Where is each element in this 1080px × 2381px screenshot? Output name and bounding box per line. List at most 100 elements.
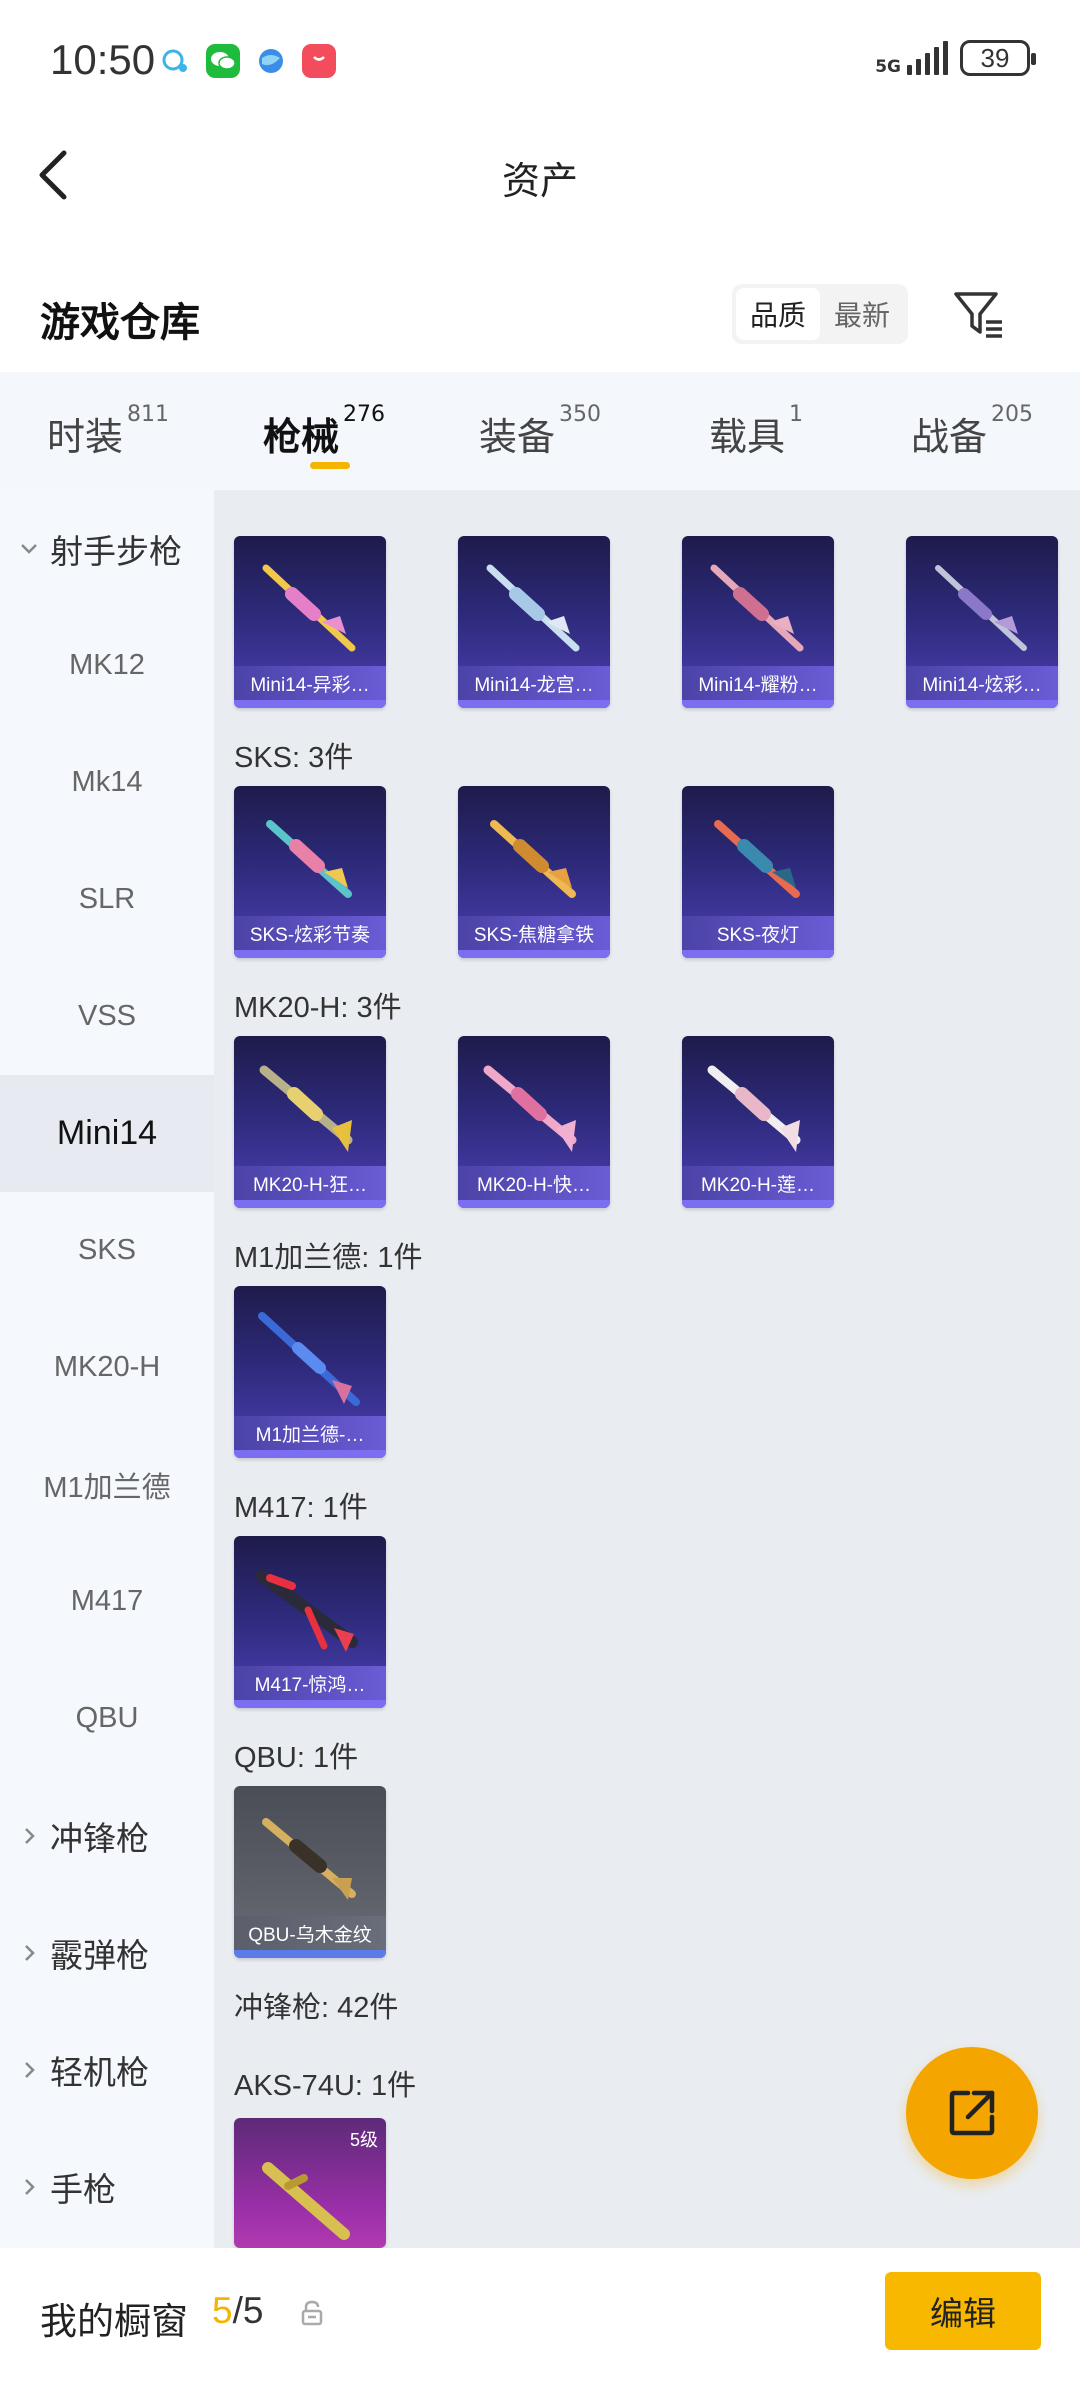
weapon-type-sidebar: 射手步枪 MK12 Mk14 SLR VSS Mini14 SKS MK20-H… <box>0 490 214 2248</box>
sidebar-item-m417[interactable]: M417 <box>0 1543 214 1660</box>
rifle-skin-icon <box>259 1065 353 1152</box>
sidebar-category-lmg[interactable]: 轻机枪 <box>0 2011 214 2128</box>
weapon-card-name: QBU-乌木金纹 <box>234 1916 386 1950</box>
lock-icon <box>301 2300 323 2326</box>
sidebar-item-mini14[interactable]: Mini14 <box>0 1075 214 1192</box>
signal-icon: 5G <box>875 41 948 77</box>
page-title: 资产 <box>501 159 578 203</box>
tab-label: 装备 <box>478 415 555 459</box>
weapon-card[interactable]: Mini14-耀粉… <box>682 536 834 708</box>
weapon-card[interactable]: 5级 <box>234 2118 386 2248</box>
rifle-skin-icon <box>256 1570 358 1652</box>
tab-count: 205 <box>991 402 1033 427</box>
battery-level: 39 <box>980 42 1010 73</box>
weapon-card-name: SKS-夜灯 <box>682 916 834 950</box>
rifle-skin-icon <box>262 1818 356 1900</box>
weapon-card[interactable]: SKS-炫彩节奏 <box>234 786 386 958</box>
share-external-icon <box>949 2090 995 2136</box>
sort-quality-button[interactable]: 品质 <box>736 288 820 340</box>
tab-supplies[interactable]: 战备 205 <box>864 372 1080 490</box>
chevron-right-icon <box>25 2061 35 2078</box>
sort-toggle: 品质 最新 <box>732 284 908 344</box>
chevron-right-icon <box>25 1944 35 1961</box>
sidebar-category-label: 轻机枪 <box>50 2052 149 2092</box>
status-time: 10:50 <box>50 36 156 83</box>
weapon-card-name: Mini14-炫彩… <box>906 666 1058 700</box>
weapon-card-name: M1加兰德-… <box>234 1416 386 1450</box>
showcase-count: 5/5 <box>212 2290 263 2332</box>
rifle-skin-icon <box>714 820 800 898</box>
filter-icon <box>954 292 1002 338</box>
weapon-card-name: Mini14-耀粉… <box>682 666 834 700</box>
weapon-card-name: M417-惊鸿… <box>234 1666 386 1700</box>
sidebar-item-mk20h[interactable]: MK20-H <box>0 1309 214 1426</box>
sidebar-category-shotgun[interactable]: 霰弹枪 <box>0 1894 214 2011</box>
tab-firearms[interactable]: 枪械 276 <box>216 372 432 490</box>
sidebar-item-mk12[interactable]: MK12 <box>0 607 214 724</box>
wechat-icon <box>206 44 240 78</box>
weapon-card[interactable]: SKS-夜灯 <box>682 786 834 958</box>
section-label-qbu: QBU: 1件 <box>234 1742 359 1774</box>
sidebar-category-pistol[interactable]: 手枪 <box>0 2128 214 2245</box>
category-tabs: 时装 811 枪械 276 装备 350 载具 1 战备 205 <box>0 372 1080 490</box>
section-label-sks: SKS: 3件 <box>234 742 354 774</box>
notification-icons <box>158 44 336 78</box>
sidebar-item-m1-garand[interactable]: M1加兰德 <box>0 1426 214 1543</box>
share-fab-button[interactable] <box>906 2047 1038 2179</box>
weapon-card[interactable]: MK20-H-快… <box>458 1036 610 1208</box>
rifle-skin-icon <box>266 820 352 898</box>
rifle-skin-icon <box>258 1312 360 1406</box>
section-label-m417: M417: 1件 <box>234 1492 368 1524</box>
weapon-card-name: Mini14-异彩… <box>234 666 386 700</box>
weapon-card[interactable]: Mini14-炫彩… <box>906 536 1058 708</box>
weapon-card[interactable]: SKS-焦糖拿铁 <box>458 786 610 958</box>
sidebar-item-slr[interactable]: SLR <box>0 841 214 958</box>
weapon-card[interactable]: M417-惊鸿… <box>234 1536 386 1708</box>
tab-fashion[interactable]: 时装 811 <box>0 372 216 490</box>
weapon-card-name: SKS-炫彩节奏 <box>234 916 386 950</box>
section-label-mk20h: MK20-H: 3件 <box>234 992 402 1024</box>
tab-label: 枪械 <box>262 415 339 459</box>
warehouse-title: 游戏仓库 <box>40 300 200 346</box>
weapon-card[interactable]: M1加兰德-… <box>234 1286 386 1458</box>
sidebar-item-qbu[interactable]: QBU <box>0 1660 214 1777</box>
sidebar-item-vss[interactable]: VSS <box>0 958 214 1075</box>
tab-vehicles[interactable]: 载具 1 <box>648 372 864 490</box>
edit-button[interactable]: 编辑 <box>885 2272 1041 2350</box>
battery-icon: 39 <box>960 40 1036 76</box>
sidebar-category-label: 冲锋枪 <box>50 1818 149 1858</box>
weapon-grid: Mini14-异彩… Mini14-龙宫… Mini14-耀粉… Mini14-… <box>214 490 1080 2248</box>
sidebar-item-mk14[interactable]: Mk14 <box>0 724 214 841</box>
tab-label: 战备 <box>910 415 987 459</box>
sort-newest-button[interactable]: 最新 <box>820 288 904 340</box>
sidebar-category-smg[interactable]: 冲锋枪 <box>0 1777 214 1894</box>
sidebar-category-label: 霰弹枪 <box>50 1935 149 1975</box>
weapon-card[interactable]: Mini14-龙宫… <box>458 536 610 708</box>
tab-equipment[interactable]: 装备 350 <box>432 372 648 490</box>
browser-icon <box>254 44 288 78</box>
tab-active-indicator <box>310 462 350 469</box>
network-type: 5G <box>875 57 901 77</box>
filter-button[interactable] <box>950 286 1006 342</box>
tab-count: 811 <box>127 402 169 427</box>
sidebar-category-label: 手枪 <box>50 2169 116 2209</box>
smg-skin-icon <box>262 2162 350 2240</box>
weapon-card-name: MK20-H-莲… <box>682 1166 834 1200</box>
weapon-card[interactable]: MK20-H-狂… <box>234 1036 386 1208</box>
weapon-card-name: Mini14-龙宫… <box>458 666 610 700</box>
sidebar-category-label: 射手步枪 <box>50 531 182 571</box>
sidebar-category-marksman[interactable]: 射手步枪 <box>0 490 214 607</box>
rifle-skin-icon <box>707 1065 801 1152</box>
shop-bag-icon <box>302 44 336 78</box>
weapon-card[interactable]: Mini14-异彩… <box>234 536 386 708</box>
weapon-card-name: MK20-H-狂… <box>234 1166 386 1200</box>
message-bubble-icon <box>158 44 192 78</box>
weapon-card-name: MK20-H-快… <box>458 1166 610 1200</box>
showcase-count-current: 5 <box>212 2290 233 2331</box>
weapon-card[interactable]: MK20-H-莲… <box>682 1036 834 1208</box>
rifle-skin-icon <box>710 564 804 652</box>
rifle-skin-icon <box>262 564 356 652</box>
rifle-skin-icon <box>483 1065 577 1152</box>
sidebar-item-sks[interactable]: SKS <box>0 1192 214 1309</box>
weapon-card[interactable]: QBU-乌木金纹 <box>234 1786 386 1958</box>
